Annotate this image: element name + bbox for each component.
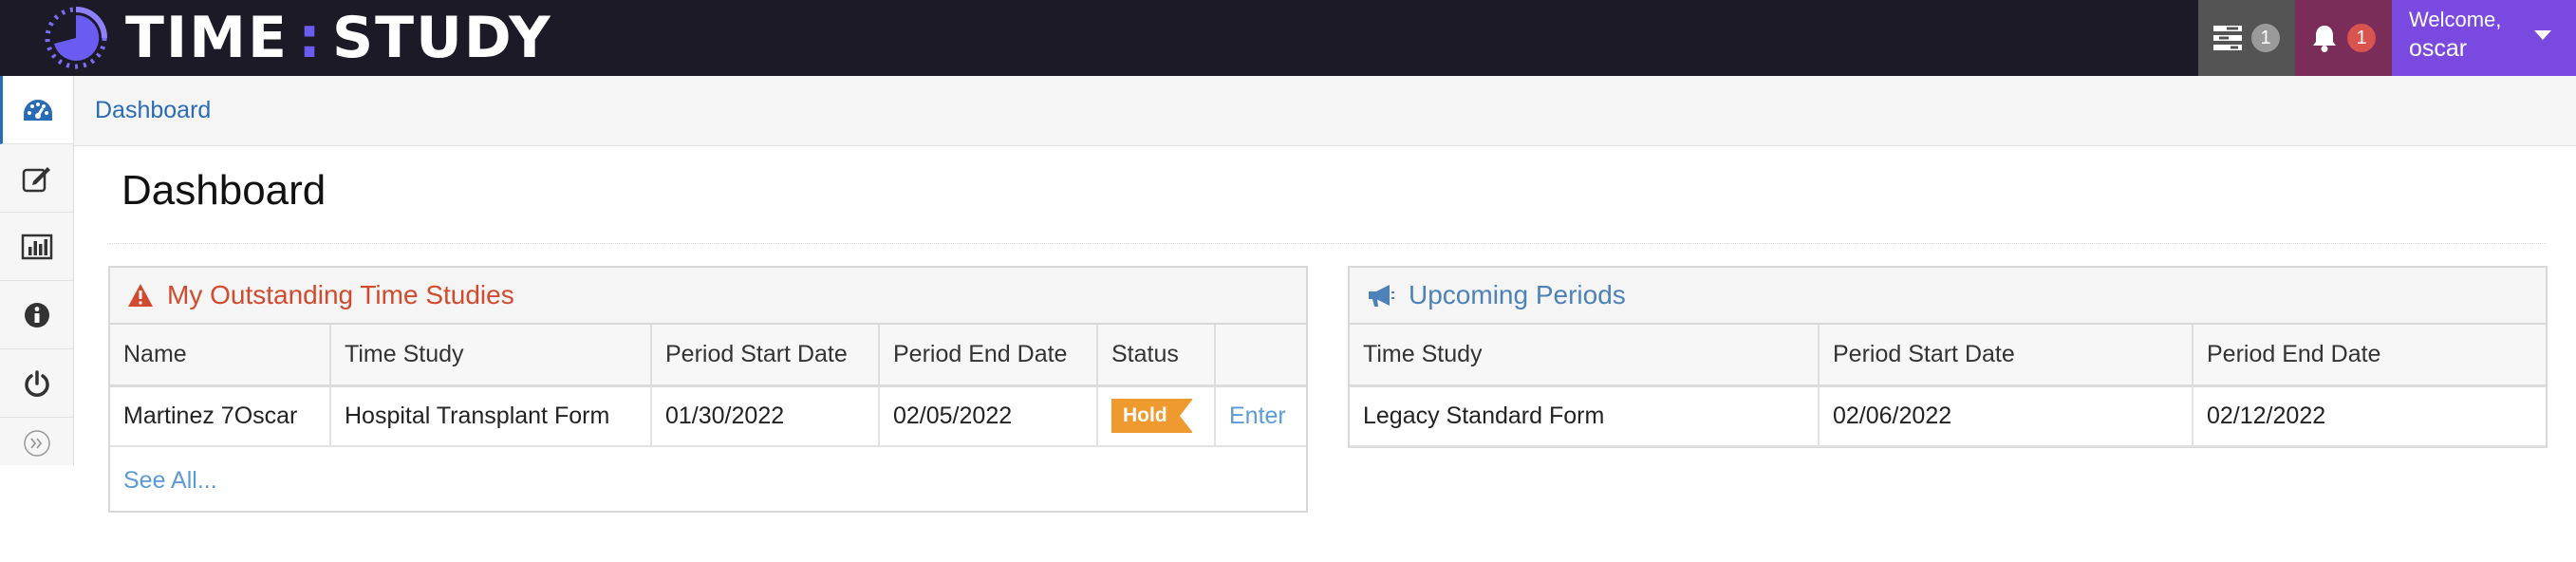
- sidebar-item-edit[interactable]: [0, 144, 73, 213]
- column-header-period-end[interactable]: Period End Date: [879, 325, 1098, 387]
- clock-logo-icon: [45, 7, 107, 69]
- outstanding-time-studies-panel: My Outstanding Time Studies Name Time St…: [108, 266, 1308, 513]
- row-period-end: 02/05/2022: [879, 385, 1098, 447]
- row-period-start: 02/06/2022: [1819, 385, 2193, 447]
- sidebar-expand-button[interactable]: [0, 423, 73, 463]
- table-header-row: Time Study Period Start Date Period End …: [1350, 325, 2546, 387]
- sidebar: [0, 76, 74, 465]
- sidebar-item-dashboard[interactable]: [0, 76, 73, 144]
- edit-icon: [22, 166, 50, 192]
- page-title: Dashboard: [121, 167, 327, 214]
- row-period-end: 02/12/2022: [2193, 385, 2546, 447]
- row-time-study: Hospital Transplant Form: [330, 385, 652, 447]
- column-header-time-study[interactable]: Time Study: [1350, 325, 1820, 387]
- tasks-button[interactable]: 1: [2198, 0, 2295, 76]
- column-header-period-start[interactable]: Period Start Date: [1819, 325, 2193, 387]
- username: oscar: [2409, 35, 2468, 62]
- row-name: Martinez 7Oscar: [110, 385, 331, 447]
- breadcrumb-dashboard-link[interactable]: Dashboard: [95, 97, 211, 124]
- outstanding-table: Name Time Study Period Start Date Period…: [110, 325, 1306, 447]
- user-menu[interactable]: Welcome, oscar: [2392, 0, 2576, 76]
- chevron-down-icon: [2534, 30, 2551, 40]
- table-row: Legacy Standard Form 02/06/2022 02/12/20…: [1350, 385, 2546, 447]
- enter-link[interactable]: Enter: [1229, 403, 1286, 429]
- warning-icon: [127, 283, 154, 308]
- sidebar-item-info[interactable]: [0, 281, 73, 349]
- power-icon: [24, 369, 49, 397]
- sidebar-item-logout[interactable]: [0, 349, 73, 418]
- see-all-link[interactable]: See All...: [123, 467, 217, 495]
- column-header-name[interactable]: Name: [110, 325, 331, 387]
- column-header-period-start[interactable]: Period Start Date: [651, 325, 880, 387]
- title-divider: [109, 243, 2547, 244]
- column-header-action: [1215, 325, 1306, 387]
- upcoming-panel-heading: Upcoming Periods: [1350, 268, 2546, 325]
- bell-icon: [2313, 26, 2336, 52]
- breadcrumb: Dashboard: [74, 76, 2576, 146]
- upcoming-panel-title: Upcoming Periods: [1409, 280, 1626, 309]
- upcoming-table: Time Study Period Start Date Period End …: [1350, 325, 2546, 447]
- expand-icon: [23, 430, 50, 457]
- outstanding-panel-heading: My Outstanding Time Studies: [110, 268, 1306, 325]
- table-row: Martinez 7Oscar Hospital Transplant Form…: [110, 385, 1306, 447]
- bar-chart-icon: [21, 234, 52, 259]
- notifications-button[interactable]: 1: [2295, 0, 2392, 76]
- row-time-study: Legacy Standard Form: [1350, 385, 1820, 447]
- status-badge: Hold: [1111, 399, 1193, 434]
- welcome-label: Welcome,: [2409, 8, 2502, 31]
- sidebar-item-reports[interactable]: [0, 213, 73, 281]
- tasks-icon: [2213, 26, 2242, 50]
- upcoming-periods-panel: Upcoming Periods Time Study Period Start…: [1348, 266, 2548, 448]
- top-navbar: TIME: STUDY 1 1 Welcome, oscar: [0, 0, 2576, 76]
- outstanding-panel-title: My Outstanding Time Studies: [167, 280, 514, 309]
- column-header-period-end[interactable]: Period End Date: [2193, 325, 2546, 387]
- logo-text: TIME: STUDY: [125, 5, 552, 71]
- row-period-start: 01/30/2022: [651, 385, 880, 447]
- info-icon: [24, 302, 49, 328]
- app-logo[interactable]: TIME: STUDY: [40, 2, 552, 74]
- dashboard-icon: [24, 99, 52, 121]
- row-status: Hold: [1097, 385, 1216, 447]
- megaphone-icon: [1367, 283, 1395, 308]
- notifications-count-badge: 1: [2347, 24, 2376, 52]
- table-header-row: Name Time Study Period Start Date Period…: [110, 325, 1306, 387]
- tasks-count-badge: 1: [2251, 24, 2280, 52]
- column-header-status[interactable]: Status: [1097, 325, 1216, 387]
- row-action: Enter: [1215, 385, 1306, 447]
- column-header-time-study[interactable]: Time Study: [330, 325, 652, 387]
